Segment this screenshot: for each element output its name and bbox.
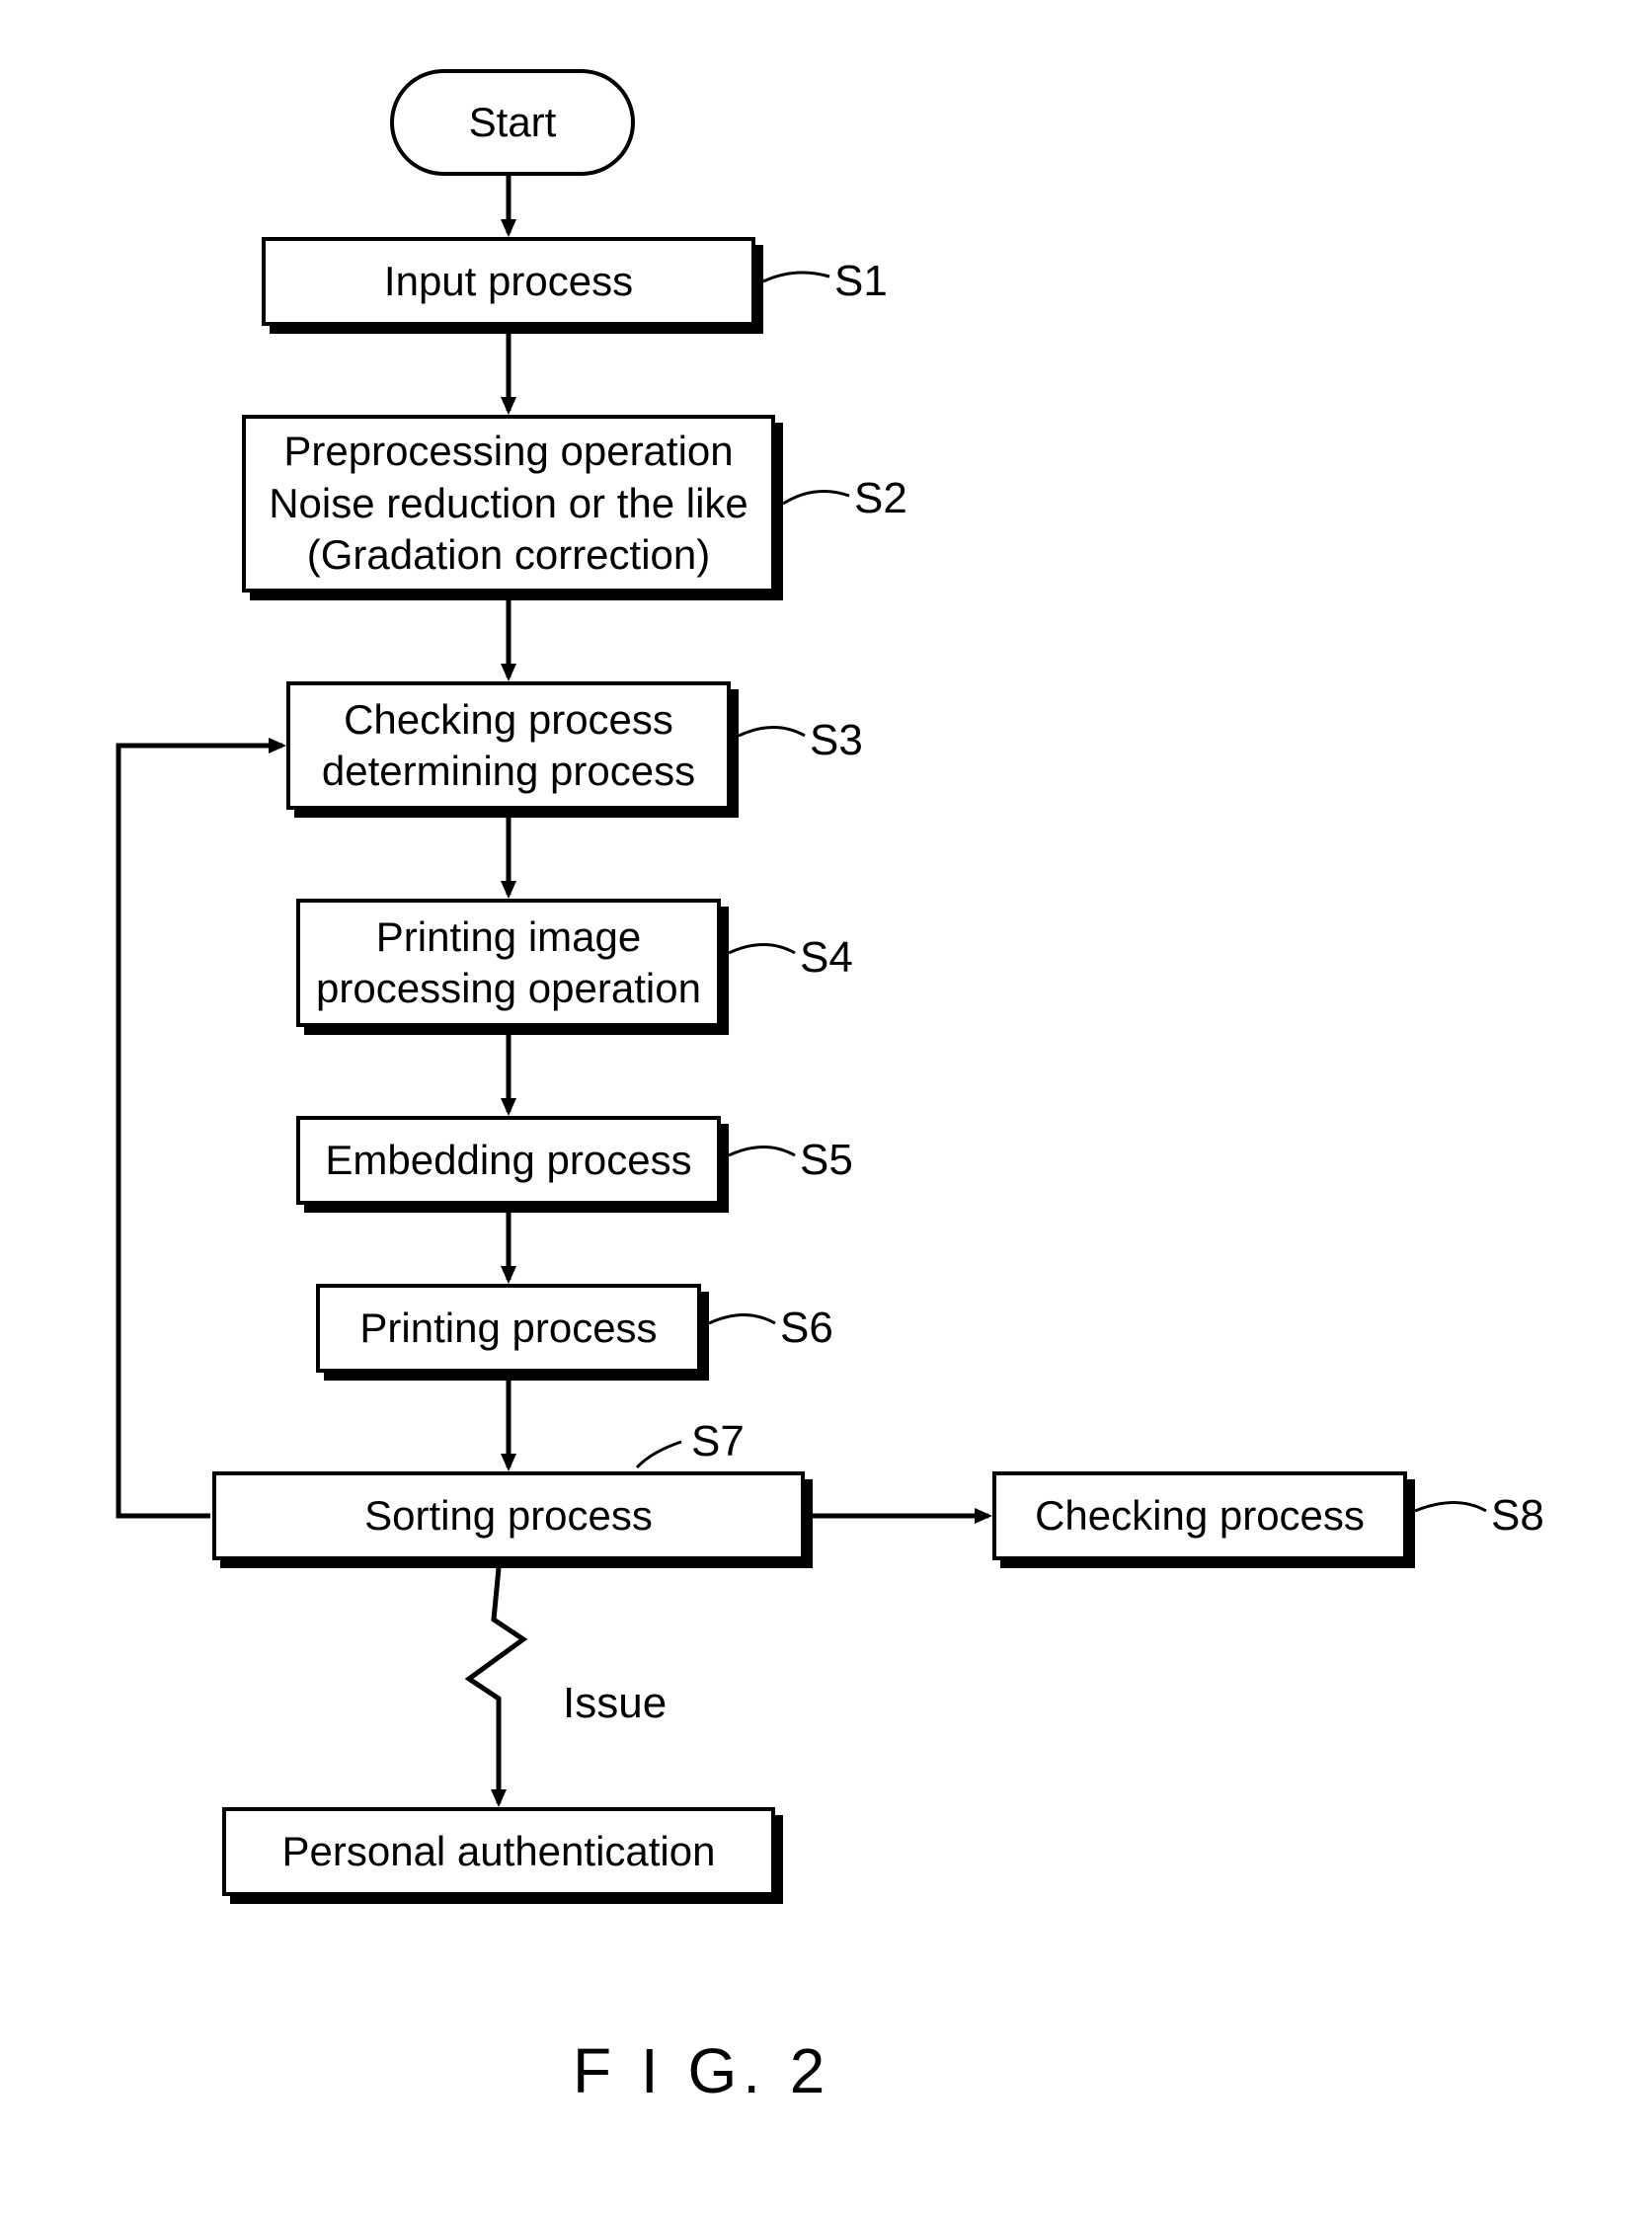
process-s2-label: Preprocessing operation Noise reduction … xyxy=(269,426,748,582)
figure-caption: F I G. 2 xyxy=(573,2034,830,2107)
start-node: Start xyxy=(390,69,635,176)
process-s1: Input process xyxy=(262,237,755,326)
flowchart-canvas: Start Input process S1 Preprocessing ope… xyxy=(0,0,1652,2216)
tag-s2: S2 xyxy=(854,474,907,523)
process-s3-label: Checking process determining process xyxy=(322,694,695,798)
process-s7-label: Sorting process xyxy=(364,1490,653,1543)
leader-s8 xyxy=(1415,1503,1486,1512)
process-s6-label: Printing process xyxy=(359,1303,657,1355)
process-personal-auth-label: Personal authentication xyxy=(282,1826,716,1878)
tag-s5: S5 xyxy=(800,1136,853,1185)
arrow-loop-s7-s3 xyxy=(118,746,282,1516)
process-s8-label: Checking process xyxy=(1035,1490,1365,1543)
arrow-s7-pa-issue xyxy=(469,1568,523,1803)
leader-s7 xyxy=(637,1442,681,1467)
process-s8: Checking process xyxy=(992,1471,1407,1560)
leader-s2 xyxy=(783,492,849,505)
process-personal-auth: Personal authentication xyxy=(222,1807,775,1896)
edge-label-issue: Issue xyxy=(563,1679,667,1728)
leader-s5 xyxy=(729,1148,795,1156)
tag-s3: S3 xyxy=(810,716,863,765)
tag-s7: S7 xyxy=(691,1417,745,1466)
tag-s1: S1 xyxy=(834,257,888,306)
process-s2: Preprocessing operation Noise reduction … xyxy=(242,415,775,593)
process-s1-label: Input process xyxy=(384,256,633,308)
leader-s6 xyxy=(709,1315,775,1324)
leader-s1 xyxy=(763,273,829,281)
process-s4: Printing image processing operation xyxy=(296,899,721,1027)
process-s6: Printing process xyxy=(316,1284,701,1373)
tag-s6: S6 xyxy=(780,1304,833,1353)
leader-s3 xyxy=(739,728,805,737)
process-s7: Sorting process xyxy=(212,1471,805,1560)
tag-s8: S8 xyxy=(1491,1491,1544,1541)
process-s4-label: Printing image processing operation xyxy=(316,911,701,1015)
process-s3: Checking process determining process xyxy=(286,681,731,810)
tag-s4: S4 xyxy=(800,933,853,983)
start-label: Start xyxy=(469,99,557,146)
leader-s4 xyxy=(729,945,795,954)
process-s5: Embedding process xyxy=(296,1116,721,1205)
process-s5-label: Embedding process xyxy=(325,1135,691,1187)
